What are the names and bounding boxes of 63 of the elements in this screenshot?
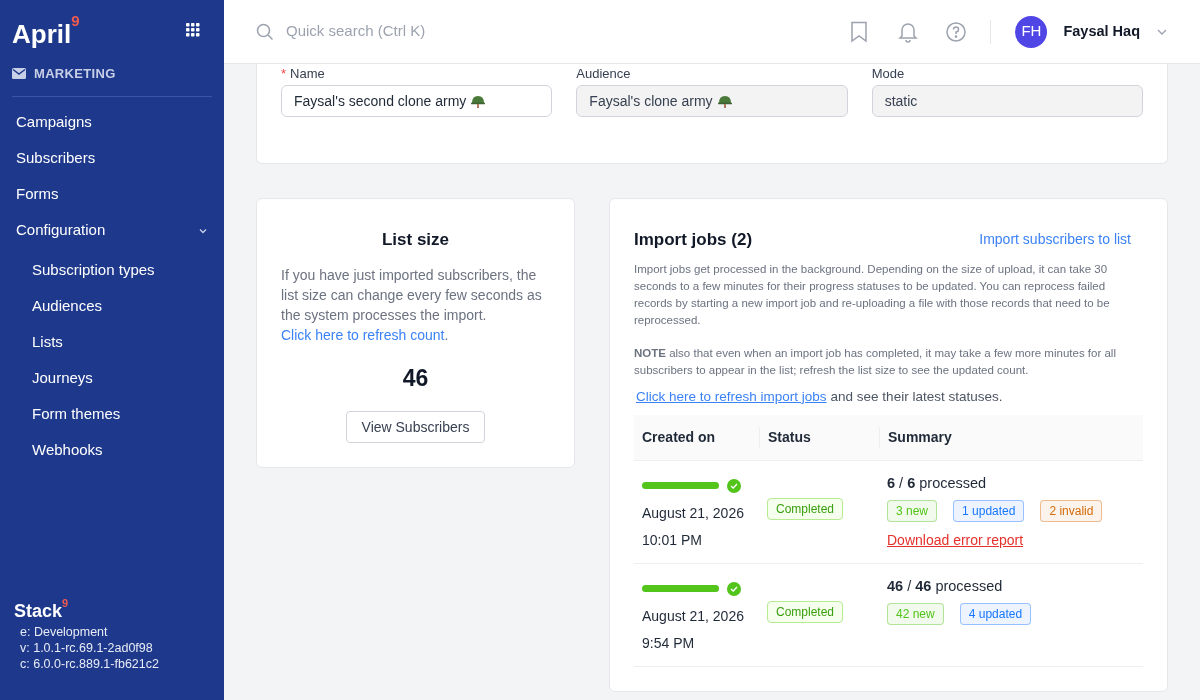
sidebar-item[interactable]: Forms: [0, 176, 224, 213]
sidebar-subitem[interactable]: Audiences: [0, 288, 224, 325]
sidebar-item[interactable]: Subscribers: [0, 140, 224, 177]
card-description: If you have just imported subscribers, the list size can change every few seconds as the system processes the import. Click here to refresh count.: [281, 265, 543, 345]
job-date: August 21, 2026: [642, 503, 745, 523]
field-label-text: Audience: [576, 66, 631, 81]
search-icon: [256, 22, 274, 41]
user-avatar[interactable]: FH: [1015, 15, 1048, 48]
mail-icon: [12, 68, 26, 80]
sidebar-subitem[interactable]: Webhooks: [0, 432, 224, 469]
help-icon[interactable]: [946, 21, 967, 42]
version-info: c: 6.0.0-rc.889.1-fb621c2: [20, 656, 160, 672]
refresh-jobs-link[interactable]: Click here to refresh import jobs: [636, 386, 827, 407]
processed-count: 46 / 46 processed: [887, 576, 1004, 596]
version-info: e: Development: [20, 624, 109, 640]
view-subscribers-button[interactable]: View Subscribers: [345, 411, 486, 443]
apps-grid-icon[interactable]: [186, 23, 200, 37]
status-tag: Completed: [767, 600, 844, 623]
helmet-icon: [470, 93, 487, 109]
user-name[interactable]: Faysal Haq: [1063, 20, 1140, 43]
import-subscribers-link[interactable]: Import subscribers to list: [979, 229, 1131, 251]
field-label-text: Mode: [871, 66, 905, 81]
logo-superscript: 9: [71, 13, 80, 28]
field-label-text: Name: [290, 66, 325, 81]
text-field[interactable]: Faysal's second clone army: [281, 85, 553, 117]
sidebar-item[interactable]: Configuration: [0, 212, 224, 249]
column-header: Summary: [879, 426, 1143, 448]
summary-tag: 1 updated: [953, 499, 1025, 522]
import-description: Import jobs get processed in the background. Depending on the size of upload, it can take 30 seconds to a few minutes for their progress statuses to be updated. You can reprocess failed records by starting a new import job and re-uploading a file with those records that need to be reprocessed.: [634, 261, 1111, 328]
import-note: NOTE also that even when an import job has completed, it may take a few more minutes for all subscribers to appear in the list; refresh the list size to see the updated count.: [634, 345, 1117, 378]
column-header: Status: [759, 426, 879, 448]
summary-tag: 2 invalid: [1040, 499, 1103, 522]
brand-superscript: 9: [62, 598, 69, 609]
sidebar-subitem[interactable]: Lists: [0, 324, 224, 361]
search-field[interactable]: Quick search (Ctrl K): [286, 20, 586, 43]
column-header: Created on: [641, 427, 717, 447]
card-title: List size: [381, 229, 450, 251]
job-time: 9:54 PM: [642, 633, 696, 653]
card-title: Import jobs (2): [634, 229, 753, 251]
bell-icon[interactable]: [898, 20, 919, 43]
check-icon: [727, 581, 741, 596]
sidebar-subitem[interactable]: Journeys: [0, 360, 224, 397]
brand-name: Stack: [14, 602, 63, 620]
status-tag: Completed: [767, 497, 844, 520]
processed-count: 6 / 6 processed: [887, 473, 988, 493]
sidebar-subitem[interactable]: Subscription types: [0, 252, 224, 289]
required-mark: *: [281, 66, 287, 81]
version-info: v: 1.0.1-rc.69.1-2ad0f98: [20, 640, 154, 656]
logo[interactable]: April: [12, 21, 72, 47]
bookmark-icon[interactable]: [850, 20, 869, 43]
refresh-hint: and see their latest statuses.: [830, 387, 1003, 406]
error-report-link[interactable]: Download error report: [887, 529, 1024, 551]
section-heading: MARKETING: [34, 65, 116, 83]
summary-tag: 42 new: [887, 602, 944, 625]
summary-tag: 3 new: [887, 499, 938, 522]
sidebar-item[interactable]: Campaigns: [0, 104, 224, 141]
summary-tag: 4 updated: [959, 602, 1032, 625]
subscriber-count: 46: [402, 363, 429, 393]
helmet-icon: [716, 93, 733, 109]
check-icon: [727, 478, 741, 493]
job-time: 10:01 PM: [642, 530, 703, 550]
sidebar-subitem[interactable]: Form themes: [0, 396, 224, 433]
job-date: August 21, 2026: [642, 606, 745, 626]
